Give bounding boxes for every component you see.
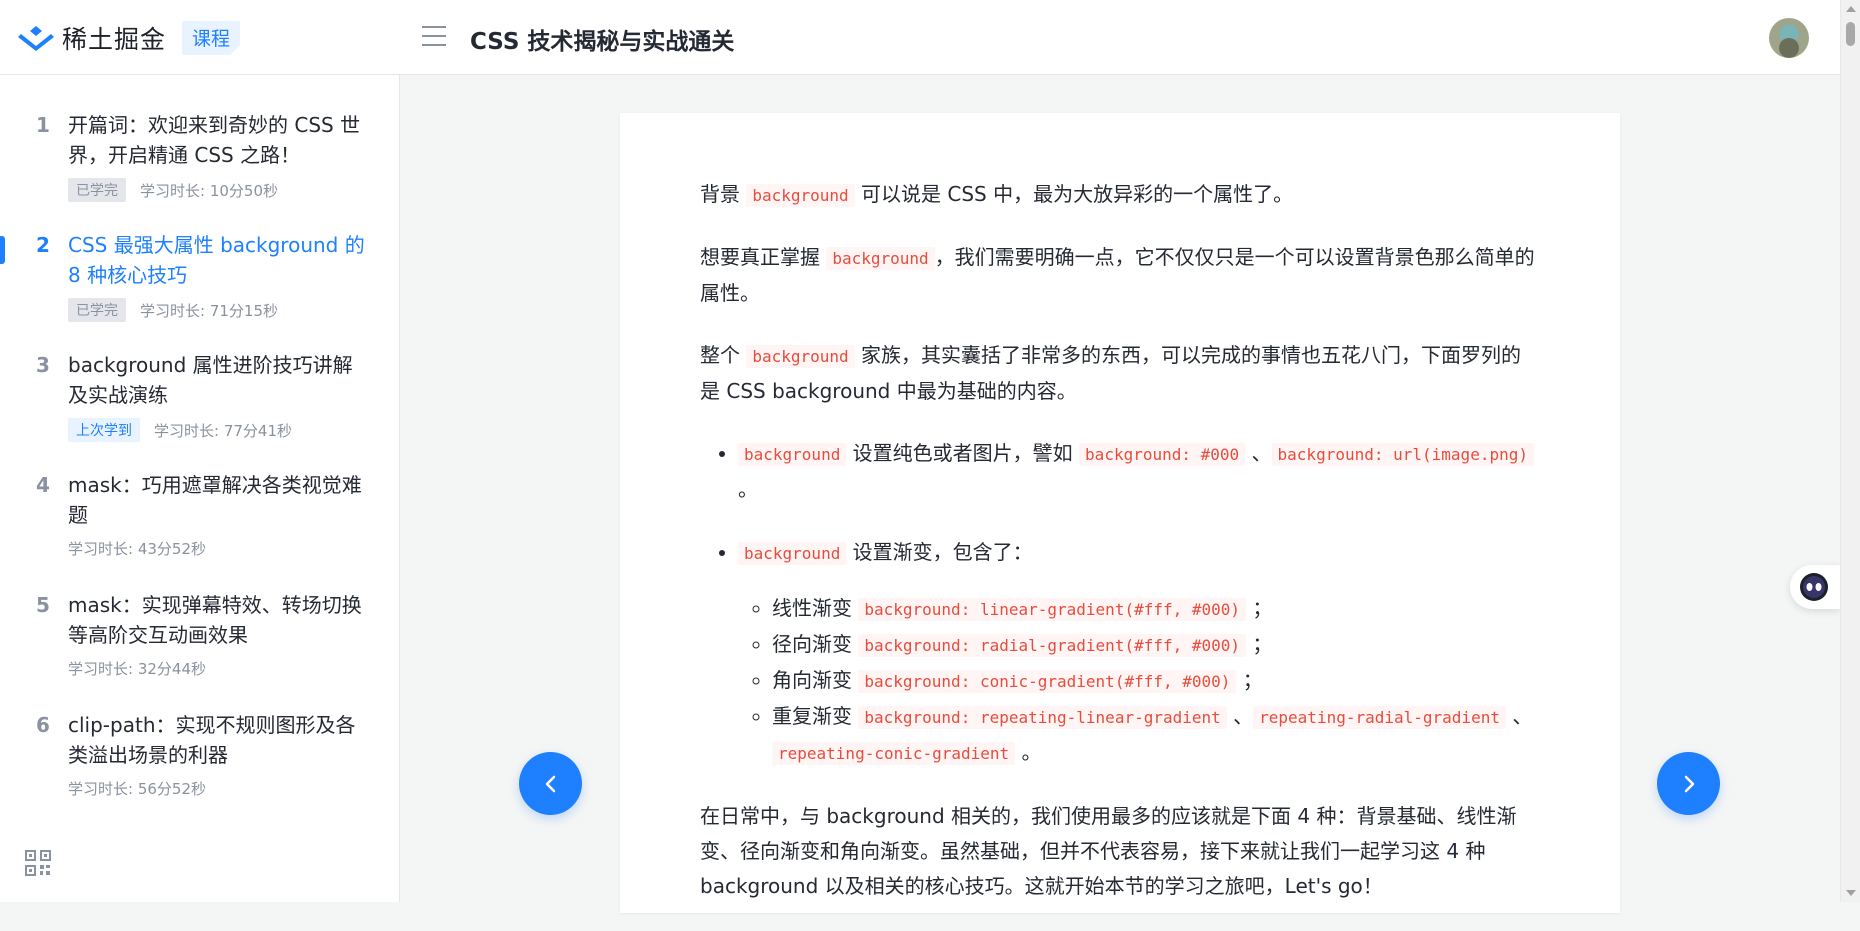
list-item: background 设置渐变，包含了： 线性渐变 background: li…: [738, 535, 1540, 771]
study-duration: 学习时长: 56分52秒: [68, 780, 206, 798]
chapter-meta: 学习时长: 43分52秒: [68, 538, 206, 559]
inline-code: background: [738, 542, 847, 565]
inline-code: repeating-radial-gradient: [1253, 706, 1506, 729]
status-badge: 已学完: [68, 178, 126, 202]
juejin-logo[interactable]: 稀土掘金 课程: [18, 20, 241, 56]
chapter-title: mask：实现弹幕特效、转场切换等高阶交互动画效果: [68, 593, 362, 647]
chapter-number: 5: [36, 593, 50, 617]
book-title: CSS 技术揭秘与实战通关: [470, 29, 735, 55]
study-duration: 学习时长: 32分44秒: [68, 660, 206, 678]
study-duration: 学习时长: 10分50秒: [140, 181, 278, 200]
chapter-meta: 已学完 学习时长: 71分15秒: [68, 298, 278, 322]
chapter-title: clip-path：实现不规则图形及各类溢出场景的利器: [68, 713, 356, 767]
previous-chapter-button[interactable]: [519, 752, 582, 815]
inline-code: background: #000: [1079, 443, 1246, 466]
sublist-item: 径向渐变 background: radial-gradient(#fff, #…: [772, 627, 1540, 663]
chapter-title: background 属性进阶技巧讲解及实战演练: [68, 353, 353, 407]
scroll-thumb[interactable]: [1846, 22, 1855, 46]
chapter-number: 2: [36, 233, 50, 257]
gradient-sublist: 线性渐变 background: linear-gradient(#fff, #…: [738, 591, 1540, 771]
article-card: 背景 background 可以说是 CSS 中，最为大放异彩的一个属性了。 想…: [620, 113, 1620, 913]
chapter-number: 6: [36, 713, 50, 737]
study-duration: 学习时长: 71分15秒: [140, 301, 278, 320]
chapter-number: 4: [36, 473, 50, 497]
inline-code: background: radial-gradient(#fff, #000): [858, 634, 1247, 657]
sublist-item: 线性渐变 background: linear-gradient(#fff, #…: [772, 591, 1540, 627]
qr-code-icon[interactable]: [25, 850, 51, 876]
inline-code: background: [746, 184, 855, 207]
chapter-meta: 上次学到 学习时长: 77分41秒: [68, 418, 292, 442]
sidebar-item-chapter-1[interactable]: 1 开篇词：欢迎来到奇妙的 CSS 世界，开启精通 CSS 之路！ 已学完 学习…: [0, 110, 400, 220]
chapter-title: 开篇词：欢迎来到奇妙的 CSS 世界，开启精通 CSS 之路！: [68, 113, 361, 167]
study-duration: 学习时长: 43分52秒: [68, 540, 206, 558]
sidebar-item-chapter-2[interactable]: 2 CSS 最强大属性 background 的 8 种核心技巧 已学完 学习时…: [0, 230, 400, 340]
inline-code: background: linear-gradient(#fff, #000): [858, 598, 1247, 621]
top-header: 稀土掘金 课程 CSS 技术揭秘与实战通关: [0, 0, 1840, 75]
chevron-left-icon: [545, 775, 556, 793]
chapter-meta: 学习时长: 56分52秒: [68, 778, 206, 799]
sidebar-item-chapter-3[interactable]: 3 background 属性进阶技巧讲解及实战演练 上次学到 学习时长: 77…: [0, 350, 400, 460]
inline-code: background: [826, 247, 935, 270]
chevron-right-icon: [1684, 775, 1695, 793]
status-badge: 上次学到: [68, 418, 140, 442]
chapter-number: 1: [36, 113, 50, 137]
logo-text: 稀土掘金: [62, 25, 167, 54]
chapter-number: 3: [36, 353, 50, 377]
inline-code: background: repeating-linear-gradient: [858, 706, 1227, 729]
chapter-sidebar: 1 开篇词：欢迎来到奇妙的 CSS 世界，开启精通 CSS 之路！ 已学完 学习…: [0, 75, 400, 902]
article-body: 背景 background 可以说是 CSS 中，最为大放异彩的一个属性了。 想…: [700, 177, 1540, 931]
chapter-title: mask：巧用遮罩解决各类视觉难题: [68, 473, 362, 527]
ai-assistant-button[interactable]: [1790, 565, 1840, 609]
inline-code: background: [746, 345, 855, 368]
inline-code: repeating-conic-gradient: [772, 742, 1016, 765]
status-badge: 已学完: [68, 298, 126, 322]
list-item: background 设置纯色或者图片，譬如 background: #000 …: [738, 436, 1540, 507]
paragraph: 背景 background 可以说是 CSS 中，最为大放异彩的一个属性了。: [700, 182, 1294, 207]
user-avatar[interactable]: [1769, 18, 1809, 58]
chapter-meta: 已学完 学习时长: 10分50秒: [68, 178, 278, 202]
sidebar-item-chapter-6[interactable]: 6 clip-path：实现不规则图形及各类溢出场景的利器 学习时长: 56分5…: [0, 710, 400, 820]
scroll-down-icon[interactable]: [1846, 890, 1856, 896]
menu-toggle-icon[interactable]: [422, 26, 446, 48]
sidebar-item-chapter-5[interactable]: 5 mask：实现弹幕特效、转场切换等高阶交互动画效果 学习时长: 32分44秒: [0, 590, 400, 700]
juejin-logo-icon: [18, 26, 54, 51]
sublist-item: 角向渐变 background: conic-gradient(#fff, #0…: [772, 663, 1540, 699]
study-duration: 学习时长: 77分41秒: [154, 421, 292, 440]
sidebar-item-chapter-4[interactable]: 4 mask：巧用遮罩解决各类视觉难题 学习时长: 43分52秒: [0, 470, 400, 580]
inline-code: background: [738, 443, 847, 466]
next-chapter-button[interactable]: [1657, 752, 1720, 815]
sublist-item: 重复渐变 background: repeating-linear-gradie…: [772, 699, 1540, 771]
paragraph: 在日常中，与 background 相关的，我们使用最多的应该就是下面 4 种：…: [700, 804, 1517, 898]
paragraph: 想要真正掌握 background ，我们需要明确一点，它不仅仅只是一个可以设置背…: [700, 245, 1535, 305]
paragraph: 整个 background 家族，其实囊括了非常多的东西，可以完成的事情也五花八…: [700, 343, 1522, 403]
feature-list: background 设置纯色或者图片，譬如 background: #000 …: [700, 436, 1540, 771]
scroll-up-icon[interactable]: [1846, 6, 1856, 12]
inline-code: background: conic-gradient(#fff, #000): [858, 670, 1237, 693]
course-tag[interactable]: 课程: [182, 21, 241, 55]
assistant-face-icon: [1800, 573, 1828, 601]
page-scrollbar[interactable]: [1840, 0, 1860, 902]
chapter-meta: 学习时长: 32分44秒: [68, 658, 206, 679]
inline-code: background: url(image.png): [1271, 443, 1534, 466]
chapter-title: CSS 最强大属性 background 的 8 种核心技巧: [68, 233, 365, 287]
